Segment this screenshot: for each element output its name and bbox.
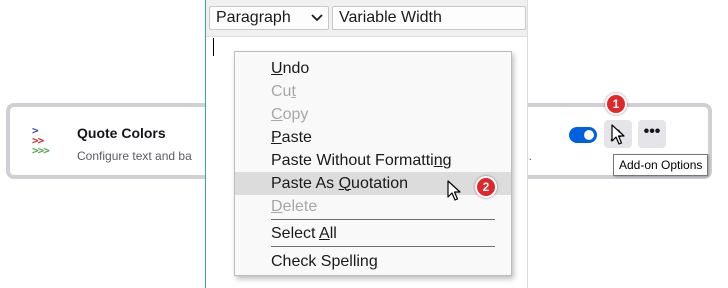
menu-separator <box>271 246 495 247</box>
quote-colors-addon-icon: > >> >>> <box>28 123 60 157</box>
menu-item-cut[interactable]: Cut <box>235 80 511 103</box>
menu-accesskey: t <box>291 83 296 100</box>
menu-accesskey: n <box>433 152 443 169</box>
menu-item-paste-as-quotation[interactable]: Paste As Quotation <box>235 172 511 195</box>
menu-label: ndo <box>282 60 310 77</box>
format-toolbar: Paragraph Variable Width <box>206 0 527 37</box>
menu-label: uotation <box>351 175 408 192</box>
menu-item-delete[interactable]: Delete <box>235 195 511 218</box>
menu-accesskey: g <box>368 253 378 270</box>
text-caret <box>213 38 214 56</box>
menu-item-select-all[interactable]: Select All <box>235 222 511 245</box>
toggle-knob <box>584 130 594 140</box>
menu-item-copy[interactable]: Copy <box>235 103 511 126</box>
menu-separator <box>271 219 495 220</box>
font-select[interactable]: Variable Width <box>332 6 526 30</box>
menu-label: Paste Without Formatti <box>271 152 434 169</box>
menu-accesskey: D <box>271 198 283 215</box>
addon-options-tooltip: Add-on Options <box>613 154 709 176</box>
menu-accesskey: P <box>271 129 282 146</box>
addon-name: Quote Colors <box>77 125 166 141</box>
menu-label: ll <box>329 225 337 242</box>
icon-quote-level-3: >>> <box>32 144 50 157</box>
mouse-pointer-icon <box>447 180 461 201</box>
addon-more-button[interactable]: ••• <box>638 120 666 148</box>
menu-item-paste[interactable]: Paste <box>235 126 511 149</box>
menu-item-undo[interactable]: Undo <box>235 57 511 80</box>
chevron-down-icon <box>311 14 323 22</box>
addon-description: Configure text and ba <box>77 149 192 163</box>
menu-label: g <box>442 152 452 169</box>
menu-label: Check Spellin <box>271 253 369 270</box>
menu-item-paste-without-formatting[interactable]: Paste Without Formatting <box>235 149 511 172</box>
font-select-value: Variable Width <box>339 9 442 26</box>
menu-label: Select <box>271 225 320 242</box>
menu-accesskey: Q <box>338 175 352 192</box>
step-badge-1: 1 <box>605 93 627 115</box>
menu-item-check-spelling[interactable]: Check Spelling <box>235 250 511 273</box>
menu-label: opy <box>282 106 309 123</box>
menu-accesskey: U <box>271 60 283 77</box>
menu-accesskey: A <box>319 225 330 242</box>
mouse-pointer-icon <box>611 124 625 145</box>
menu-accesskey: C <box>271 106 283 123</box>
menu-label: aste <box>281 129 312 146</box>
context-menu: Undo Cut Copy Paste Paste Without Format… <box>234 51 512 276</box>
menu-label: Paste As <box>271 175 339 192</box>
step-badge-2: 2 <box>475 176 497 198</box>
paragraph-format-select[interactable]: Paragraph <box>209 6 329 30</box>
addon-enable-toggle[interactable] <box>569 127 597 143</box>
paragraph-format-value: Paragraph <box>216 9 291 26</box>
menu-label: Cu <box>271 83 292 100</box>
menu-label: elete <box>282 198 318 215</box>
